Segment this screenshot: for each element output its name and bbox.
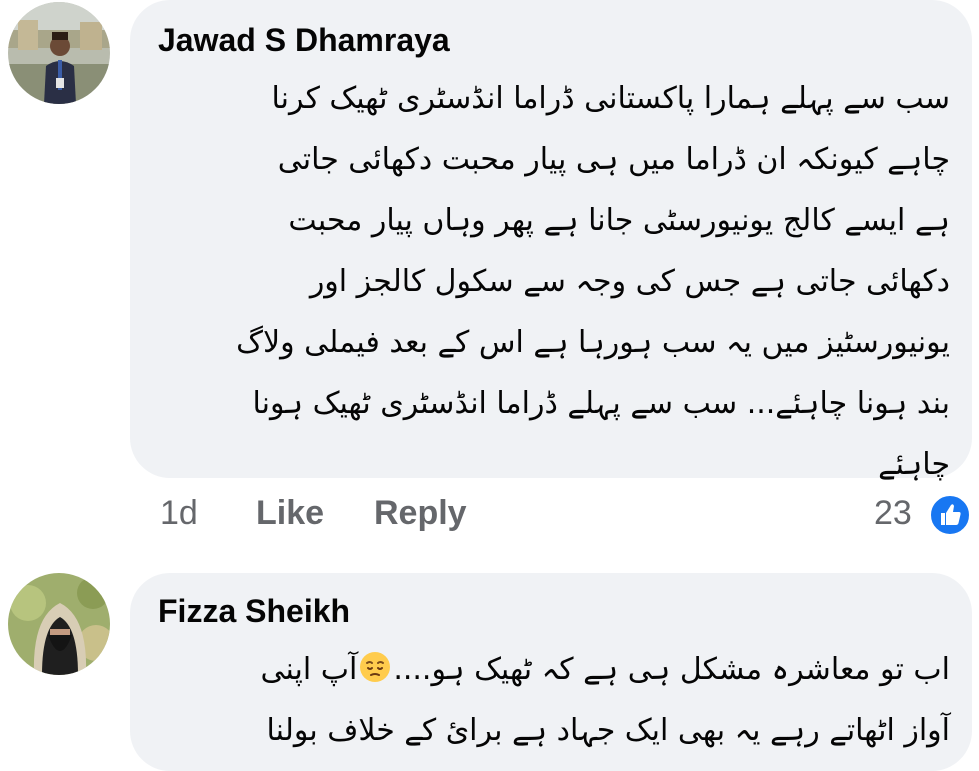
comment-text: اب تو معاشرہ مشکل ہی ہے کہ ٹھیک ہو.... آ… (150, 639, 950, 761)
comment-line: اب تو معاشرہ مشکل ہی ہے کہ ٹھیک ہو.... آ… (150, 639, 950, 700)
avatar[interactable] (8, 2, 110, 104)
reaction-count: 23 (874, 494, 912, 532)
like-button[interactable]: Like (256, 494, 324, 533)
comment-jawad: Jawad S Dhamraya سب سے پہلے ہمارا پاکستا… (0, 0, 979, 560)
comment-text-part: اب تو معاشرہ مشکل ہی ہے کہ ٹھیک ہو.... (393, 652, 950, 687)
comment-fizza: Fizza Sheikh اب تو معاشرہ مشکل ہی ہے کہ … (0, 560, 979, 771)
avatar-photo (8, 573, 110, 675)
comment-timestamp[interactable]: 1d (160, 494, 198, 533)
comment-bubble: Jawad S Dhamraya سب سے پہلے ہمارا پاکستا… (130, 0, 972, 482)
comment-actions: 1d Like Reply (0, 494, 979, 544)
comment-line: چاہئے (878, 447, 950, 482)
avatar[interactable] (8, 573, 110, 675)
comment-author[interactable]: Jawad S Dhamraya (158, 22, 450, 59)
comment-bubble: Fizza Sheikh اب تو معاشرہ مشکل ہی ہے کہ … (130, 573, 972, 771)
comment-author[interactable]: Fizza Sheikh (158, 593, 350, 630)
comment-line: یونیورسٹیز میں یہ سب ہورہا ہے اس کے بعد … (236, 325, 950, 360)
pensive-face-emoji (359, 651, 391, 683)
avatar-photo (8, 2, 110, 104)
comment-line: دکھائی جاتی ہے جس کی وجہ سے سکول کالجز ا… (309, 264, 950, 299)
reply-button[interactable]: Reply (374, 494, 467, 533)
reaction-summary[interactable]: 23 (874, 494, 974, 544)
comment-text: سب سے پہلے ہمارا پاکستانی ڈراما انڈسٹری … (150, 68, 950, 495)
comment-line: بند ہونا چاہئے... سب سے پہلے ڈراما انڈسٹ… (252, 386, 951, 421)
thumbs-up-icon (929, 494, 971, 536)
comment-line: ہے ایسے کالج یونیورسٹی جانا ہے پھر وہاں … (288, 203, 950, 238)
comment-line: آواز اٹھاتے رہے یہ بھی ایک جہاد ہے برائ … (266, 713, 951, 748)
comment-line: سب سے پہلے ہمارا پاکستانی ڈراما انڈسٹری … (271, 81, 950, 116)
comment-line: چاہے کیونکہ ان ڈراما میں ہی پیار محبت دک… (277, 142, 950, 177)
comment-text-part: آپ اپنی (260, 652, 358, 687)
